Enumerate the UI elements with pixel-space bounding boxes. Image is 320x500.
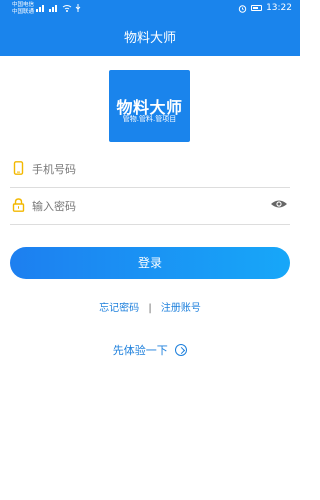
eye-icon[interactable] [270, 199, 288, 209]
password-input[interactable]: 输入密码 [32, 198, 76, 214]
forgot-password-link[interactable]: 忘记密码 [99, 303, 139, 314]
chevron-right-circle-icon[interactable] [175, 344, 188, 356]
wifi-icon [62, 5, 72, 12]
password-field[interactable]: 输入密码 [10, 187, 290, 225]
app-logo: 物料大师 管物.管料.管项目 [109, 70, 190, 142]
logo-sub-text: 管物.管料.管项目 [122, 115, 177, 123]
try-first-label[interactable]: 先体验一下 [113, 344, 168, 357]
try-first-link[interactable]: 先体验一下 [0, 342, 300, 358]
carrier-labels: 中国电信 中国联通 [12, 2, 34, 16]
alarm-icon [238, 4, 247, 13]
status-time: 13:22 [266, 3, 292, 13]
lock-icon [12, 198, 25, 212]
phone-icon [13, 161, 24, 175]
register-link[interactable]: 注册账号 [161, 303, 201, 314]
phone-field[interactable]: 手机号码 [10, 150, 290, 188]
login-button[interactable]: 登录 [10, 247, 290, 279]
app-header: 中国电信 中国联通 13:22 物料大师 [0, 0, 300, 56]
signal-icon-2 [49, 5, 57, 12]
page-title: 物料大师 [123, 31, 176, 46]
carrier-2: 中国联通 [12, 9, 35, 15]
usb-icon [75, 4, 81, 12]
battery-icon [251, 5, 263, 11]
status-bar: 中国电信 中国联通 13:22 [0, 0, 300, 18]
signal-icons [36, 4, 81, 12]
carrier-1: 中国电信 [12, 2, 35, 8]
password-underline [10, 224, 290, 225]
signal-icon [36, 5, 44, 12]
phone-input[interactable]: 手机号码 [32, 161, 76, 177]
status-right: 13:22 [238, 3, 292, 13]
link-separator: | [148, 303, 152, 314]
auth-links: 忘记密码 | 注册账号 [0, 299, 300, 314]
